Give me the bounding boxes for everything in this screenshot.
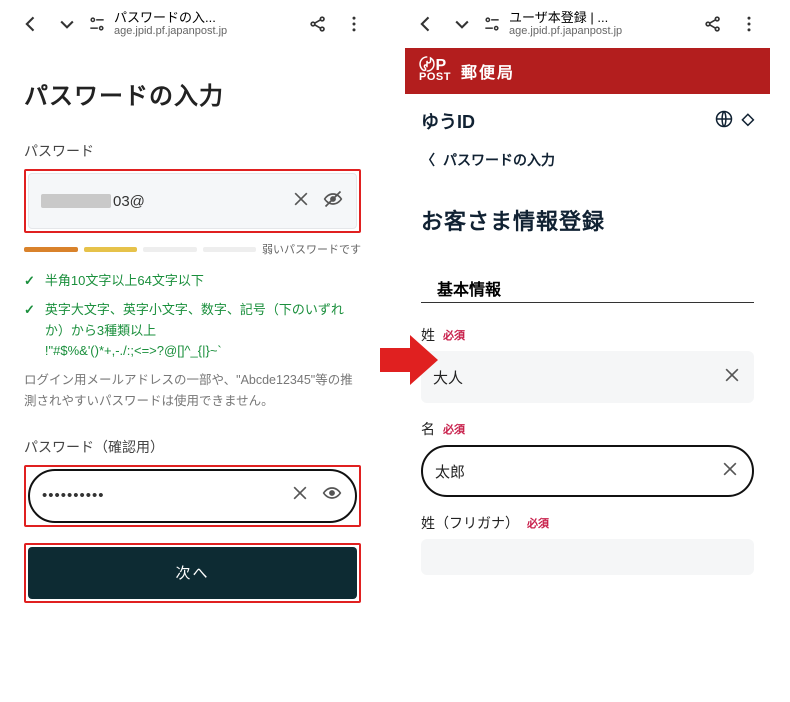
field-label: 姓（フリガナ） xyxy=(421,513,519,533)
back-icon[interactable] xyxy=(409,7,443,41)
sei-input[interactable] xyxy=(433,369,722,386)
confirm-label: パスワード（確認用） xyxy=(24,437,361,457)
chevron-down-icon[interactable] xyxy=(50,7,84,41)
field-label: 名 xyxy=(421,419,435,439)
more-icon[interactable] xyxy=(337,7,371,41)
password-label: パスワード xyxy=(24,141,361,161)
next-button-label: 次へ xyxy=(175,562,209,583)
field-mei: 名 必須 xyxy=(405,413,770,507)
next-button-highlight: 次へ xyxy=(24,543,361,603)
tab-host: age.jpid.pf.japanpost.jp xyxy=(509,25,622,37)
next-button[interactable]: 次へ xyxy=(28,547,357,599)
rule-text: 半角10文字以上64文字以下 xyxy=(45,271,204,292)
password-rules: ✓半角10文字以上64文字以下 ✓英字大文字、英字小文字、数字、記号（下のいずれ… xyxy=(24,271,361,362)
field-sei: 姓 必須 xyxy=(405,319,770,413)
service-bar: ゆうID ◇ xyxy=(405,94,770,144)
password-strength: 弱いパスワードです xyxy=(24,241,361,257)
rule-text: 英字大文字、英字小文字、数字、記号（下のいずれか）から3種類以上 !"#$%&'… xyxy=(45,300,361,362)
check-icon: ✓ xyxy=(24,271,35,292)
check-icon: ✓ xyxy=(24,300,35,362)
confirm-field-highlight xyxy=(24,465,361,527)
tab-title: パスワードの入... xyxy=(114,11,227,25)
back-icon[interactable] xyxy=(14,7,48,41)
page-title: パスワードの入力 xyxy=(24,76,361,111)
url-bar[interactable]: ユーザ本登録 | ... age.jpid.pf.japanpost.jp xyxy=(481,7,694,41)
brand-text: 郵便局 xyxy=(461,59,515,83)
password-masked-prefix xyxy=(41,194,111,208)
password-suffix-text: 03@ xyxy=(113,193,145,210)
jp-post-header: 〄PPOST 郵便局 xyxy=(405,48,770,94)
expand-icon[interactable]: ◇ xyxy=(742,109,754,134)
chevron-left-icon: 〈 xyxy=(421,150,435,170)
service-name: ゆうID xyxy=(421,108,475,134)
mei-input-wrap[interactable] xyxy=(421,445,754,497)
password-note: ログイン用メールアドレスの一部や、"Abcde12345"等の推測されやすいパス… xyxy=(24,370,361,413)
strength-text: 弱いパスワードです xyxy=(262,241,361,257)
visibility-off-icon[interactable] xyxy=(322,189,344,214)
arrow-right-icon xyxy=(380,330,440,390)
clear-icon[interactable] xyxy=(720,459,740,484)
browser-toolbar: パスワードの入... age.jpid.pf.japanpost.jp xyxy=(10,0,375,48)
globe-icon[interactable] xyxy=(714,109,734,134)
sei-kana-input[interactable] xyxy=(433,549,742,566)
tab-host: age.jpid.pf.japanpost.jp xyxy=(114,25,227,37)
share-icon[interactable] xyxy=(696,7,730,41)
sei-kana-input-wrap[interactable] xyxy=(421,539,754,575)
screen-password-entry: パスワードの入... age.jpid.pf.japanpost.jp パスワー… xyxy=(10,0,375,702)
password-field-highlight: 03@ xyxy=(24,169,361,233)
password-field[interactable]: 03@ xyxy=(28,173,357,229)
confirm-password-input[interactable] xyxy=(42,487,279,504)
site-settings-icon xyxy=(481,7,503,41)
clear-icon[interactable] xyxy=(290,189,312,214)
jp-post-logo-icon: 〄PPOST xyxy=(419,59,451,83)
field-sei-kana: 姓（フリガナ） 必須 xyxy=(405,507,770,585)
mei-input[interactable] xyxy=(435,463,720,480)
required-badge: 必須 xyxy=(443,327,465,343)
clear-icon[interactable] xyxy=(289,483,311,508)
required-badge: 必須 xyxy=(527,515,549,531)
confirm-password-field[interactable] xyxy=(28,469,357,523)
visibility-icon[interactable] xyxy=(321,483,343,508)
sub-section-title: 基本情報 xyxy=(421,246,754,303)
chevron-down-icon[interactable] xyxy=(445,7,479,41)
sei-input-wrap[interactable] xyxy=(421,351,754,403)
section-title: お客さま情報登録 xyxy=(405,186,770,246)
required-badge: 必須 xyxy=(443,421,465,437)
url-bar[interactable]: パスワードの入... age.jpid.pf.japanpost.jp xyxy=(86,7,299,41)
site-settings-icon xyxy=(86,7,108,41)
browser-toolbar: ユーザ本登録 | ... age.jpid.pf.japanpost.jp xyxy=(405,0,770,48)
share-icon[interactable] xyxy=(301,7,335,41)
clear-icon[interactable] xyxy=(722,365,742,390)
breadcrumb-text: パスワードの入力 xyxy=(443,150,555,170)
tab-title: ユーザ本登録 | ... xyxy=(509,11,622,25)
breadcrumb[interactable]: 〈 パスワードの入力 xyxy=(405,144,770,186)
more-icon[interactable] xyxy=(732,7,766,41)
screen-user-registration: ユーザ本登録 | ... age.jpid.pf.japanpost.jp 〄P… xyxy=(405,0,770,702)
